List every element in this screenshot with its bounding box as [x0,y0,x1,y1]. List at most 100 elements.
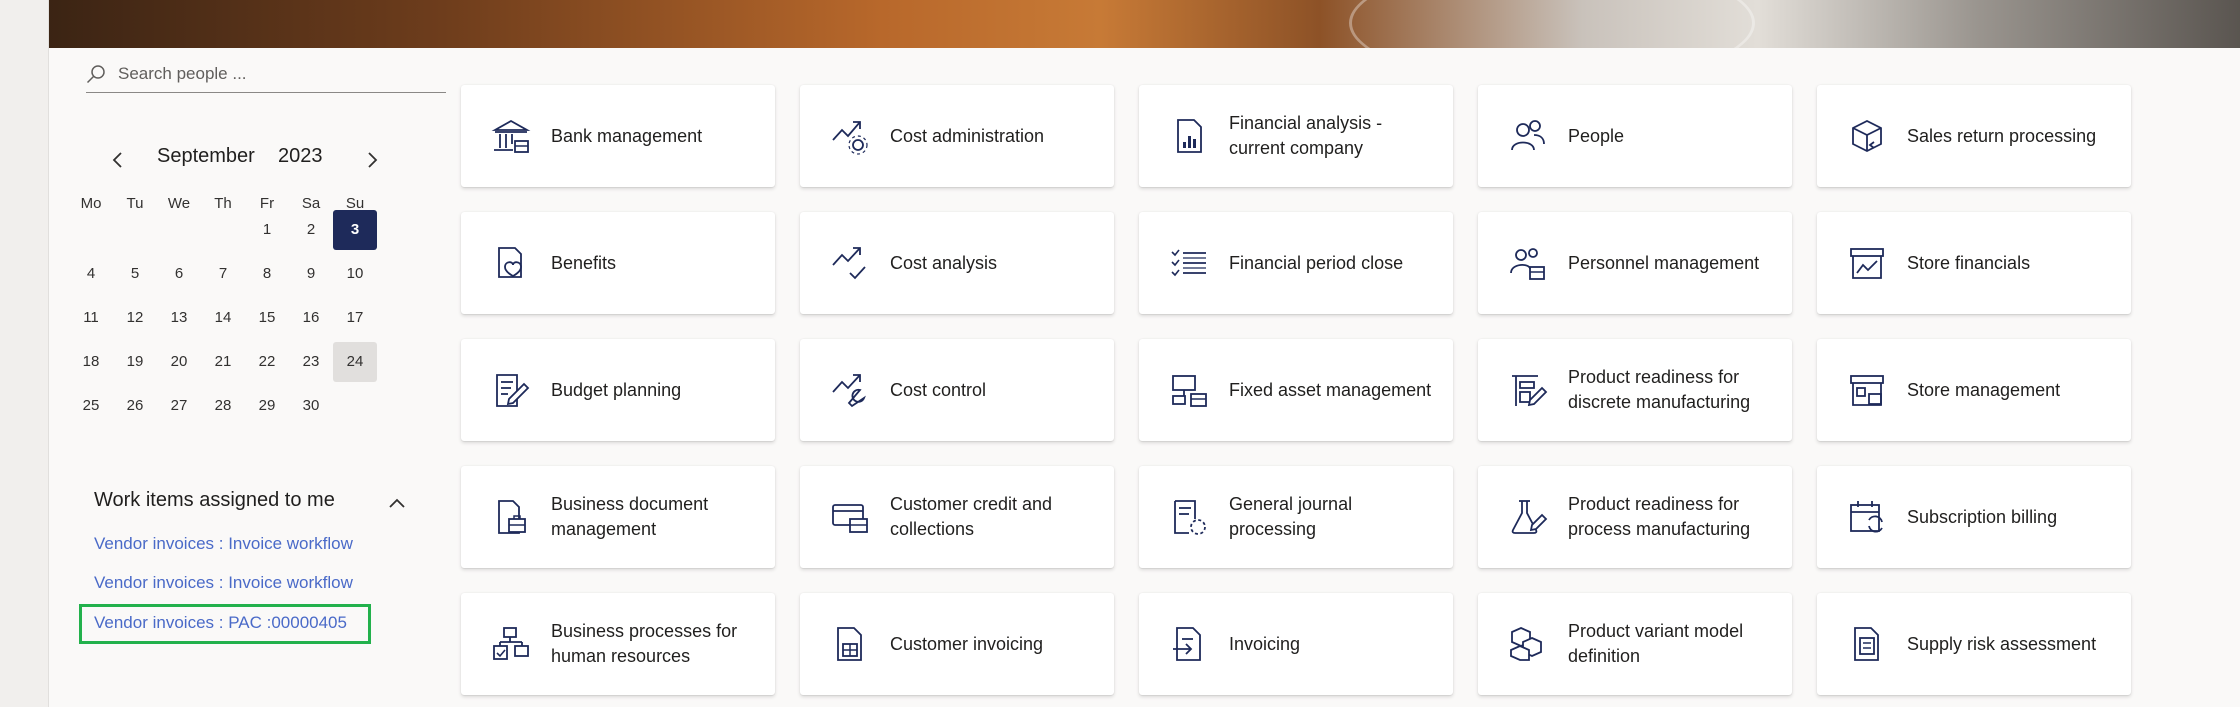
calendar-day[interactable]: 27 [157,386,201,426]
calendar-day[interactable]: 17 [333,298,377,338]
tile-label: Personnel management [1568,252,1760,273]
tile-label: Product variant model definition [1568,621,1744,666]
tile-label: Financial period close [1229,252,1404,273]
tile-subscription-billing[interactable]: Subscription billing [1817,466,2131,568]
tile-general-journal-processing[interactable]: General journal processing [1139,466,1453,568]
work-item-link[interactable]: Vendor invoices : Invoice workflow [94,573,353,593]
tile-cost-analysis[interactable]: Cost analysis [800,212,1114,314]
collapse-work-items-button[interactable] [386,492,408,514]
tile-financial-period-close[interactable]: Financial period close [1139,212,1453,314]
calendar-day[interactable]: 26 [113,386,157,426]
calendar-day[interactable]: 30 [289,386,333,426]
calendar-day[interactable]: 1 [245,210,289,250]
tile-label: Fixed asset management [1229,379,1432,400]
calendar-day[interactable]: 12 [113,298,157,338]
box-return-icon [1847,116,1887,156]
tile-benefits[interactable]: Benefits [461,212,775,314]
calendar-day[interactable]: 10 [333,254,377,294]
tile-product-variant-model-definition[interactable]: Product variant model definition [1478,593,1792,695]
tile-label: Customer credit and collections [890,494,1053,539]
card-briefcase-icon [830,497,870,537]
cubes-icon [1508,624,1548,664]
chevron-up-icon [389,498,405,508]
calendar-day[interactable]: 13 [157,298,201,338]
chevron-right-icon [368,152,378,168]
calendar-day[interactable]: 18 [69,342,113,382]
tile-customer-credit-and-collections[interactable]: Customer credit and collections [800,466,1114,568]
tile-cost-control[interactable]: Cost control [800,339,1114,441]
tile-supply-risk-assessment[interactable]: Supply risk assessment [1817,593,2131,695]
tile-store-management[interactable]: Store management [1817,339,2131,441]
tile-label: Sales return processing [1907,125,2097,146]
tile-business-processes-for-human-resources[interactable]: Business processes for human resources [461,593,775,695]
risk-doc-icon [1847,624,1887,664]
checklist-icon [1169,243,1209,283]
calendar-day[interactable]: 19 [113,342,157,382]
tile-label: Business document management [551,494,709,539]
benefits-icon [491,243,531,283]
calendar-day[interactable]: 24 [333,342,377,382]
tile-product-readiness-for-process-manufacturing[interactable]: Product readiness for process manufactur… [1478,466,1792,568]
calendar-day[interactable]: 23 [289,342,333,382]
calendar-day[interactable]: 8 [245,254,289,294]
work-item-link[interactable]: Vendor invoices : PAC :00000405 [94,613,347,633]
calendar-year[interactable]: 2023 [278,145,323,168]
tile-product-readiness-for-discrete-manufacturing[interactable]: Product readiness for discrete manufactu… [1478,339,1792,441]
tile-people[interactable]: People [1478,85,1792,187]
calendar-day[interactable]: 22 [245,342,289,382]
tile-store-financials[interactable]: Store financials [1817,212,2131,314]
search-people-box[interactable]: Search people ... [86,58,446,93]
tile-label: Product readiness for process manufactur… [1568,494,1751,539]
tile-budget-planning[interactable]: Budget planning [461,339,775,441]
flask-icon [1508,497,1548,537]
calendar-day[interactable]: 25 [69,386,113,426]
tile-business-document-management[interactable]: Business document management [461,466,775,568]
calendar-day[interactable]: 3 [333,210,377,250]
tile-label: Invoicing [1229,633,1301,654]
work-items-title: Work items assigned to me [94,489,335,511]
calendar-day[interactable]: 21 [201,342,245,382]
people-icon [1508,116,1548,156]
tile-label: Financial analysis - current company [1229,113,1383,158]
tile-invoicing[interactable]: Invoicing [1139,593,1453,695]
tile-label: Product readiness for discrete manufactu… [1568,367,1751,412]
document-briefcase-icon [491,497,531,537]
tile-personnel-management[interactable]: Personnel management [1478,212,1792,314]
calendar-day[interactable]: 5 [113,254,157,294]
asset-icon [1169,370,1209,410]
calendar-day[interactable]: 9 [289,254,333,294]
tile-financial-analysis-current-company[interactable]: Financial analysis - current company [1139,85,1453,187]
tile-fixed-asset-management[interactable]: Fixed asset management [1139,339,1453,441]
tile-label: Budget planning [551,379,682,400]
tile-label: Benefits [551,252,617,273]
tile-bank-management[interactable]: Bank management [461,85,775,187]
invoice-icon [830,624,870,664]
work-item-link[interactable]: Vendor invoices : Invoice workflow [94,534,353,554]
calendar-day[interactable]: 14 [201,298,245,338]
previous-month-button[interactable] [104,146,132,174]
calendar-day[interactable]: 11 [69,298,113,338]
calendar-day[interactable]: 20 [157,342,201,382]
budget-icon [491,370,531,410]
tile-label: People [1568,125,1625,146]
tile-customer-invoicing[interactable]: Customer invoicing [800,593,1114,695]
calendar-month[interactable]: September [157,145,255,168]
report-chart-icon [1169,116,1209,156]
calendar-day[interactable]: 6 [157,254,201,294]
trend-wrench-icon [830,370,870,410]
tile-label: Cost administration [890,125,1045,146]
tile-cost-administration[interactable]: Cost administration [800,85,1114,187]
calendar-day[interactable]: 7 [201,254,245,294]
calendar-day[interactable]: 28 [201,386,245,426]
tile-label: Cost control [890,379,987,400]
weekday-header: Tu [126,195,144,212]
search-people-input[interactable]: Search people ... [118,64,247,84]
tile-sales-return-processing[interactable]: Sales return processing [1817,85,2131,187]
tile-label: Cost analysis [890,252,998,273]
calendar-day[interactable]: 16 [289,298,333,338]
calendar-day[interactable]: 29 [245,386,289,426]
next-month-button[interactable] [358,146,386,174]
calendar-day[interactable]: 2 [289,210,333,250]
calendar-day[interactable]: 4 [69,254,113,294]
calendar-day[interactable]: 15 [245,298,289,338]
